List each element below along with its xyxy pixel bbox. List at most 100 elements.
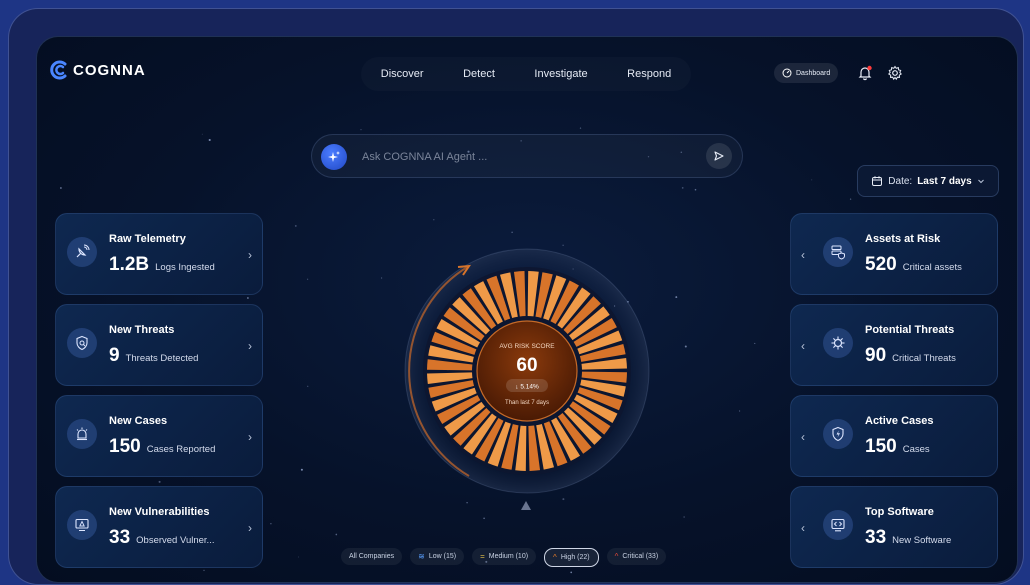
star [754,342,756,344]
risk-change-value: 5.14% [520,384,539,391]
new-cases-card[interactable]: New Cases 150 Cases Reported › [55,395,263,477]
filter-all-companies[interactable]: All Companies [341,548,403,565]
card-subtitle: Observed Vulner... [136,535,215,546]
star [579,127,582,129]
filter-critical[interactable]: ^ Critical (33) [606,548,667,565]
star [247,297,249,299]
card-value: 150 [109,436,141,457]
virus-icon [823,328,853,358]
settings-button[interactable] [887,65,903,86]
critical-icon: ^ [614,552,619,561]
notifications-button[interactable] [857,65,873,86]
star [306,278,309,280]
risk-label: AVG RISK SCORE [499,343,555,350]
card-subtitle: Threats Detected [125,353,199,364]
card-value: 150 [865,436,897,457]
card-subtitle: Cases [902,444,930,455]
filter-high[interactable]: ^ High (22) [544,548,599,567]
chevron-left-icon[interactable]: ‹ [801,521,805,535]
assets-at-risk-card[interactable]: ‹ Assets at Risk 520 Critical assets [790,213,998,295]
ai-sparkle-button[interactable] [321,144,347,170]
low-icon: ≋ [418,552,425,561]
risk-score-gauge: AVG RISK SCORE 60 ↓ 5.14% Than last 7 da… [404,248,650,494]
gauge-icon [782,68,792,78]
new-threats-card[interactable]: New Threats 9 Threats Detected › [55,304,263,386]
filter-label: Medium (10) [488,553,529,560]
filter-low[interactable]: ≋ Low (15) [410,548,465,565]
chevron-right-icon[interactable]: › [248,521,252,535]
filter-medium[interactable]: = Medium (10) [472,548,537,565]
raw-telemetry-card[interactable]: Raw Telemetry 1.2B Logs Ingested › [55,213,263,295]
star [298,556,299,558]
card-value: 33 [865,527,887,548]
active-cases-card[interactable]: ‹ Active Cases 150 Cases [790,395,998,477]
star [511,231,513,233]
ai-agent-input[interactable] [360,145,684,169]
card-subtitle: New Software [892,535,952,546]
card-subtitle: Cases Reported [146,444,216,455]
star [739,410,741,412]
card-title: New Threats [109,324,175,336]
date-filter-button[interactable]: Date: Last 7 days [857,165,999,197]
send-icon [714,151,724,161]
medium-icon: = [480,552,485,561]
star [360,129,362,131]
chevron-right-icon[interactable]: › [248,430,252,444]
ai-agent-search-bar [311,134,743,178]
dashboard-button[interactable]: Dashboard [774,63,839,83]
gear-icon [888,65,902,81]
filter-label: All Companies [349,553,395,560]
potential-threats-card[interactable]: ‹ Potential Threats 90 Critical Threats [790,304,998,386]
high-icon: ^ [553,553,557,562]
card-value: 9 [109,345,120,366]
risk-score-value: 60 [516,355,537,376]
star [694,188,697,191]
monitor-alert-icon [67,510,97,540]
svg-text:↓ 5.14%: ↓ 5.14% [515,384,539,391]
filter-label: High (22) [560,554,590,561]
triangle-indicator-icon [521,501,531,510]
star [381,277,383,279]
card-value: 90 [865,345,887,366]
chevron-left-icon[interactable]: ‹ [801,430,805,444]
card-title: Assets at Risk [865,233,941,245]
filter-label: Critical (33) [622,553,659,560]
star [203,569,205,572]
dashboard-label: Dashboard [796,69,831,77]
star [208,138,211,142]
star [60,187,62,189]
logo-text: COGNNA [73,61,146,79]
star [811,179,813,181]
star [466,501,468,504]
shield-search-icon [67,328,97,358]
logo[interactable]: COGNNA [49,59,146,81]
date-filter-label: Date: [888,175,913,187]
star [158,480,161,483]
top-navigation: Discover Detect Investigate Respond [361,57,691,91]
card-value: 1.2B [109,254,150,275]
nav-investigate[interactable]: Investigate [534,68,587,80]
chevron-right-icon[interactable]: › [248,339,252,353]
calendar-icon [872,176,883,186]
star [675,296,678,299]
card-title: Top Software [865,506,934,518]
nav-detect[interactable]: Detect [463,68,495,80]
date-filter-value: Last 7 days [917,175,972,187]
star [294,224,297,227]
send-button[interactable] [706,143,732,169]
new-vulnerabilities-card[interactable]: New Vulnerabilities 33 Observed Vulner...… [55,486,263,568]
card-value: 520 [865,254,897,275]
nav-discover[interactable]: Discover [381,68,424,80]
nav-respond[interactable]: Respond [627,68,671,80]
satellite-icon [67,237,97,267]
chevron-left-icon[interactable]: ‹ [801,248,805,262]
card-title: Potential Threats [865,324,955,336]
shield-bolt-icon [823,419,853,449]
chevron-right-icon[interactable]: › [248,248,252,262]
top-software-card[interactable]: ‹ Top Software 33 New Software [790,486,998,568]
bell-icon [858,65,872,81]
chevron-down-icon [977,179,984,184]
card-title: Raw Telemetry [109,233,186,245]
star [483,517,485,520]
chevron-left-icon[interactable]: ‹ [801,339,805,353]
